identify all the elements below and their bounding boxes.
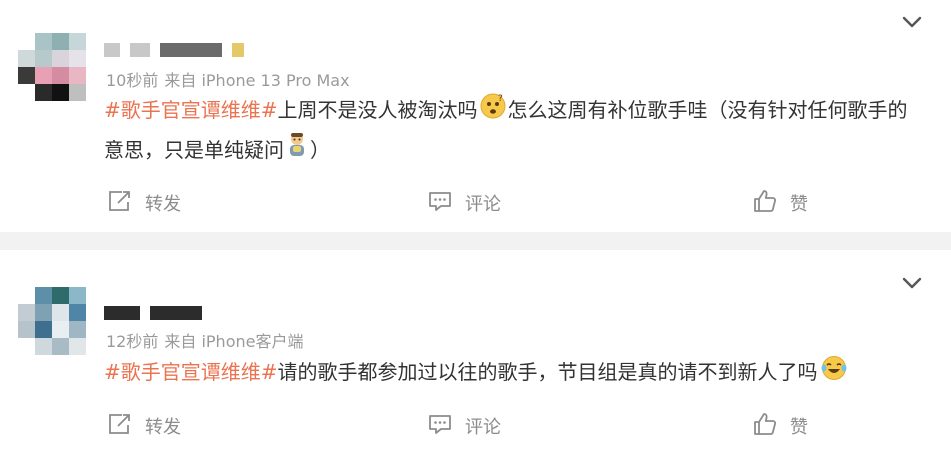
comment-button[interactable]: 评论: [427, 188, 501, 218]
svg-text:?: ?: [498, 94, 503, 104]
comment-button[interactable]: 评论: [427, 411, 501, 441]
post-text: ）: [310, 137, 330, 162]
username-redacted[interactable]: [104, 40, 244, 60]
post-text: 请的歌手都参加过以往的歌手，节目组是真的请不到新人了吗: [277, 360, 818, 384]
post-meta: 10秒前 来自 iPhone 13 Pro Max: [106, 67, 350, 91]
repost-button[interactable]: 转发: [107, 411, 181, 441]
topic-link[interactable]: #歌手官宣谭维维#: [104, 360, 278, 384]
repost-icon: [107, 412, 133, 441]
post-time: 10秒前: [106, 71, 159, 90]
username-redacted[interactable]: [104, 303, 202, 323]
post-source: 来自 iPhone 13 Pro Max: [164, 71, 350, 90]
chevron-down-icon[interactable]: [901, 272, 923, 294]
comment-icon: [427, 412, 453, 441]
repost-label: 转发: [145, 417, 181, 438]
confused-face-icon: ?: [480, 93, 506, 131]
topic-link[interactable]: #歌手官宣谭维维#: [104, 98, 278, 122]
like-button[interactable]: 赞: [752, 411, 808, 441]
like-label: 赞: [790, 194, 808, 215]
action-bar: 转发 评论 赞: [0, 188, 951, 218]
post-card: 10秒前 来自 iPhone 13 Pro Max #歌手官宣谭维维#上周不是没人…: [0, 0, 951, 232]
laugh-cry-face-icon: [820, 355, 848, 393]
avatar[interactable]: [18, 287, 86, 355]
repost-icon: [107, 189, 133, 218]
like-label: 赞: [790, 417, 808, 438]
thumb-up-icon: [752, 188, 778, 219]
post-content: #歌手官宣谭维维#上周不是没人被淘汰吗? 怎么这周有补位歌手哇（没有针对任何歌手的…: [104, 91, 909, 170]
post-source: 来自 iPhone客户端: [164, 332, 304, 351]
post-time: 12秒前: [106, 332, 159, 351]
avatar[interactable]: [18, 33, 86, 101]
like-button[interactable]: 赞: [752, 188, 808, 218]
action-bar: 转发 评论 赞: [0, 411, 951, 441]
comment-icon: [427, 189, 453, 218]
thumb-up-icon: [752, 411, 778, 442]
post-content: #歌手官宣谭维维#请的歌手都参加过以往的歌手，节目组是真的请不到新人了吗: [104, 353, 909, 393]
comment-label: 评论: [465, 194, 501, 215]
worried-person-icon: [286, 132, 308, 170]
repost-label: 转发: [145, 194, 181, 215]
chevron-down-icon[interactable]: [901, 11, 923, 33]
repost-button[interactable]: 转发: [107, 188, 181, 218]
post-meta: 12秒前 来自 iPhone客户端: [106, 328, 303, 352]
comment-label: 评论: [465, 417, 501, 438]
post-text: 上周不是没人被淘汰吗: [277, 98, 478, 122]
post-card: 12秒前 来自 iPhone客户端 #歌手官宣谭维维#请的歌手都参加过以往的歌手，…: [0, 250, 951, 453]
